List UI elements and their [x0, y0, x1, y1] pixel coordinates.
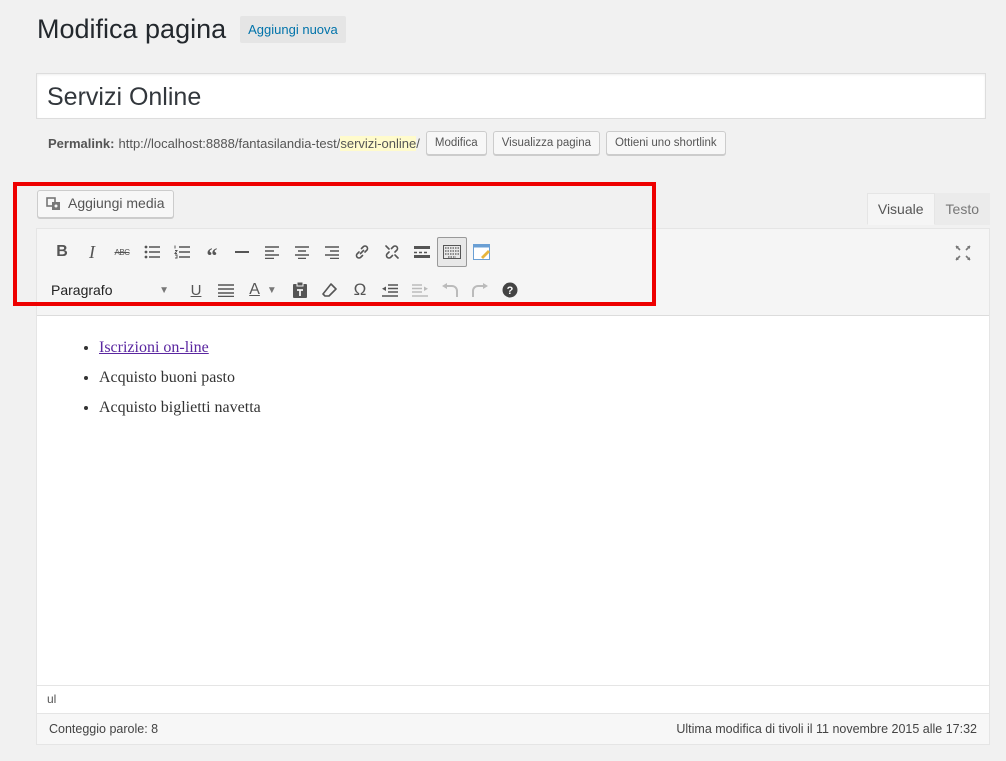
list-item: Acquisto buoni pasto: [99, 363, 963, 393]
distraction-free-icon[interactable]: [467, 237, 497, 267]
edit-permalink-button[interactable]: Modifica: [425, 131, 487, 155]
read-more-icon[interactable]: [407, 237, 437, 267]
last-edit-info: Ultima modifica di tivoli il 11 novembre…: [676, 722, 977, 736]
horizontal-rule-icon[interactable]: [227, 237, 257, 267]
permalink-trail: /: [416, 135, 420, 151]
toolbar-row-1: B I ABC “: [47, 237, 497, 268]
tab-text[interactable]: Testo: [934, 193, 990, 225]
list-item: Acquisto biglietti navetta: [99, 393, 963, 423]
align-center-icon[interactable]: [287, 237, 317, 267]
unlink-icon[interactable]: [377, 237, 407, 267]
get-shortlink-button[interactable]: Ottieni uno shortlink: [605, 131, 726, 155]
chevron-down-icon: ▼: [159, 284, 169, 296]
blockquote-icon[interactable]: “: [197, 237, 227, 268]
indent-icon[interactable]: [405, 275, 435, 305]
underline-icon[interactable]: U: [181, 275, 211, 305]
text-color-icon[interactable]: A ▼: [241, 275, 285, 305]
word-count: Conteggio parole: 8: [49, 722, 159, 736]
toolbar-toggle-icon[interactable]: [437, 237, 467, 267]
content-list: Iscrizioni on-line Acquisto buoni pasto …: [63, 333, 963, 423]
add-media-button[interactable]: Aggiungi media: [37, 190, 174, 218]
editor: B I ABC “ Paragrafo ▼ U A ▼ Ω ? • Iscriz…: [36, 228, 990, 745]
link-icon[interactable]: [347, 237, 377, 267]
post-title-input[interactable]: Servizi Online: [36, 73, 986, 119]
add-new-page-button[interactable]: Aggiungi nuova: [240, 16, 346, 43]
special-character-icon[interactable]: Ω: [345, 275, 375, 305]
page-heading: Modifica pagina Aggiungi nuova: [37, 14, 346, 45]
align-right-icon[interactable]: [317, 237, 347, 267]
justify-icon[interactable]: [211, 275, 241, 305]
format-select-value: Paragrafo: [51, 282, 113, 298]
bold-icon[interactable]: B: [47, 237, 77, 267]
undo-icon[interactable]: [435, 275, 465, 305]
view-page-button[interactable]: Visualizza pagina: [492, 131, 600, 155]
paste-as-text-icon[interactable]: [285, 275, 315, 305]
help-icon[interactable]: ?: [495, 275, 525, 305]
fullscreen-icon[interactable]: [951, 241, 975, 265]
content-link[interactable]: Iscrizioni on-line: [99, 339, 209, 356]
text-color-dropdown-icon: ▼: [266, 284, 277, 296]
strikethrough-icon[interactable]: ABC: [107, 237, 137, 267]
editor-toolbar: B I ABC “ Paragrafo ▼ U A ▼ Ω ?: [37, 229, 989, 316]
italic-icon[interactable]: I: [77, 237, 107, 267]
element-path[interactable]: ul: [37, 685, 989, 713]
bullet-list-icon[interactable]: [137, 237, 167, 267]
list-item: Iscrizioni on-line: [99, 333, 963, 363]
numbered-list-icon[interactable]: [167, 237, 197, 267]
status-bar: Conteggio parole: 8 Ultima modifica di t…: [37, 713, 989, 744]
tab-visual[interactable]: Visuale: [866, 193, 935, 225]
align-left-icon[interactable]: [257, 237, 287, 267]
permalink-base: http://localhost:8888/fantasilandia-test…: [118, 135, 341, 151]
clear-formatting-icon[interactable]: [315, 275, 345, 305]
editor-content[interactable]: Iscrizioni on-line Acquisto buoni pasto …: [37, 315, 989, 685]
permalink-slug[interactable]: servizi-online: [340, 135, 417, 151]
permalink-bar: Permalink: http://localhost:8888/fantasi…: [48, 131, 726, 155]
editor-tabs: Visuale Testo: [866, 193, 990, 225]
toolbar-row-2: Paragrafo ▼ U A ▼ Ω ?: [47, 275, 525, 305]
format-select[interactable]: Paragrafo ▼: [47, 276, 173, 304]
media-icon: [46, 196, 62, 212]
outdent-icon[interactable]: [375, 275, 405, 305]
add-media-label: Aggiungi media: [68, 195, 165, 211]
page-title: Modifica pagina: [37, 14, 227, 44]
redo-icon[interactable]: [465, 275, 495, 305]
permalink-label: Permalink:: [48, 135, 115, 151]
svg-text:?: ?: [507, 285, 514, 297]
